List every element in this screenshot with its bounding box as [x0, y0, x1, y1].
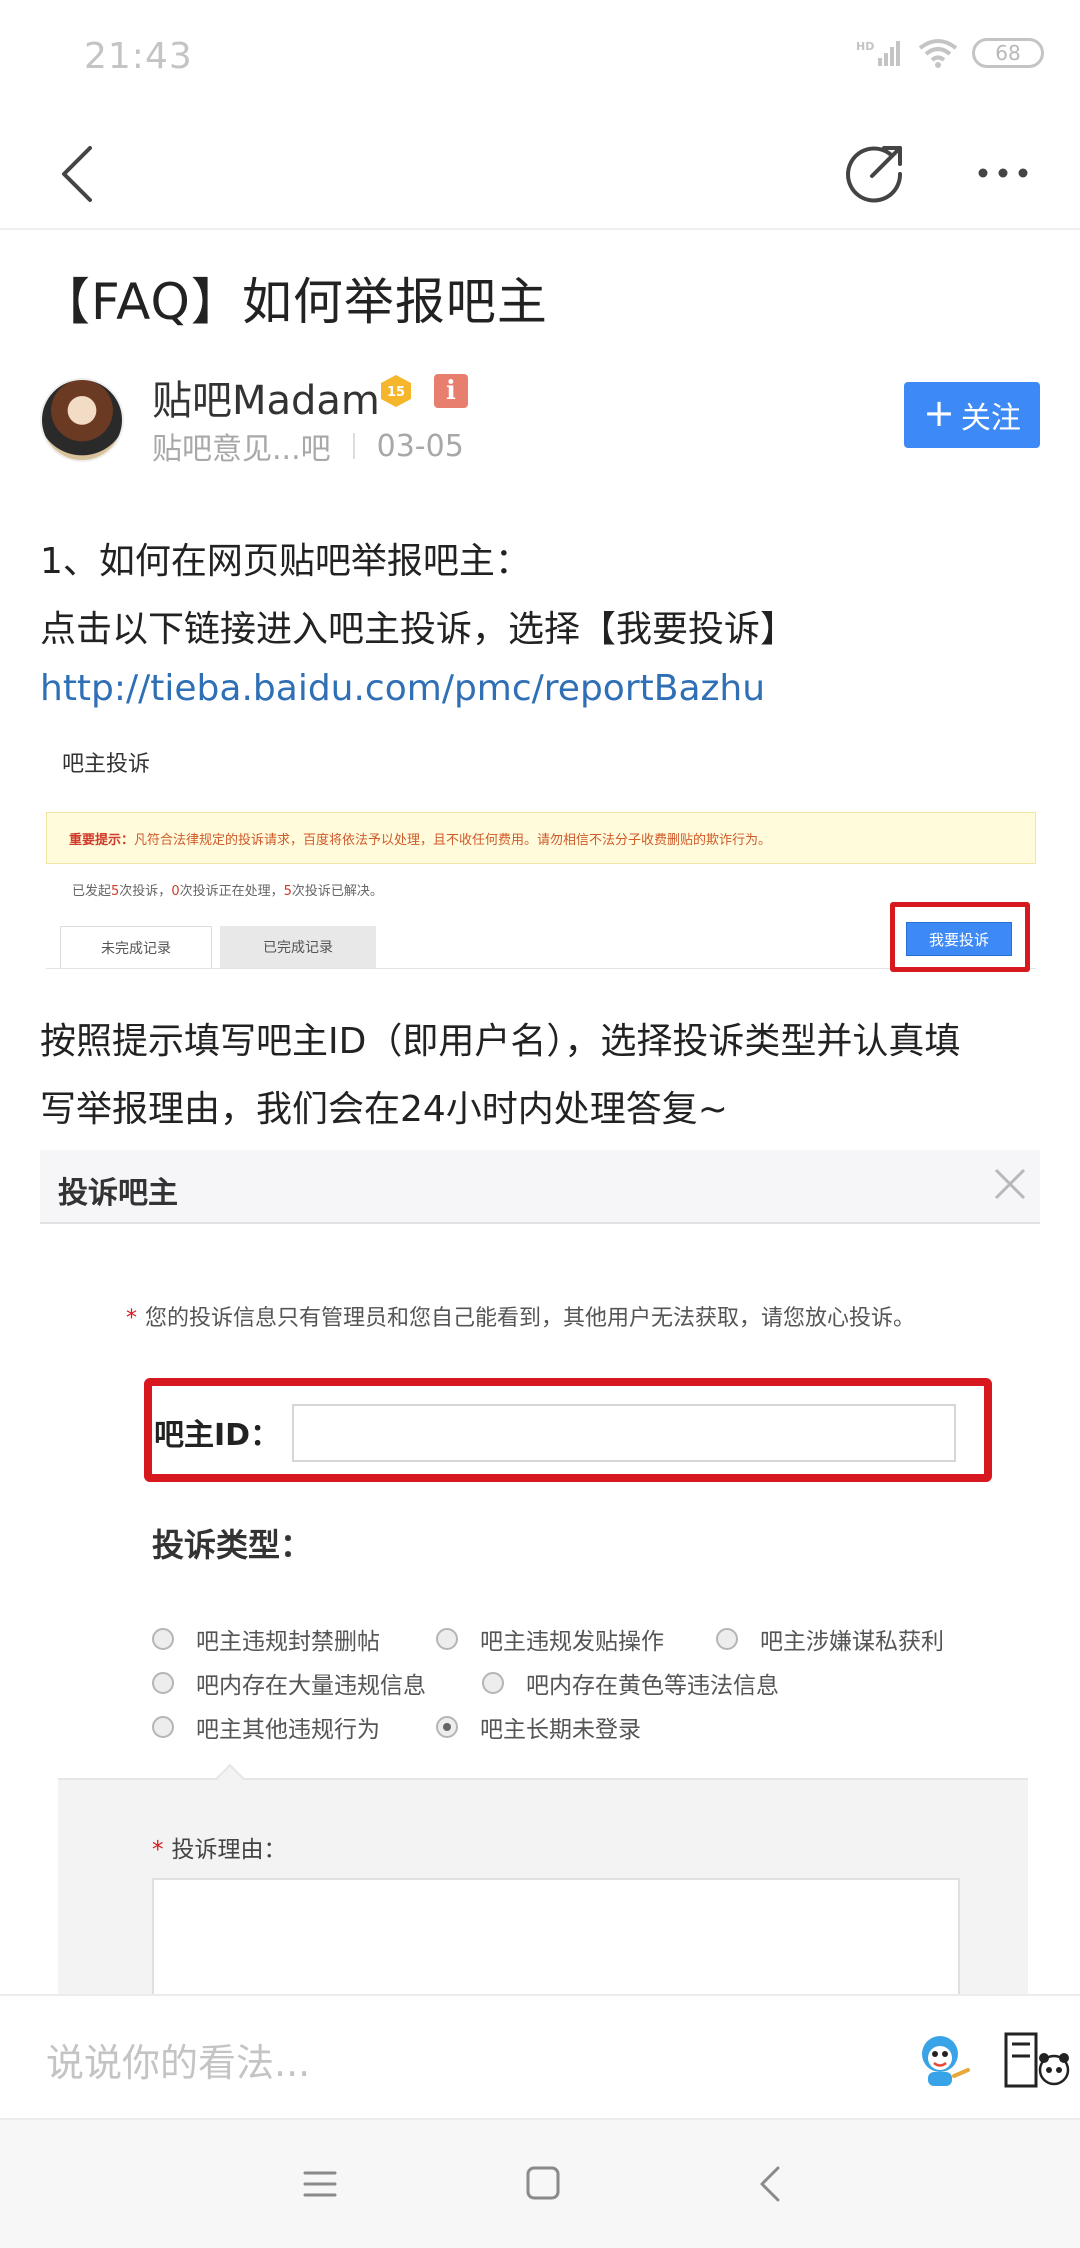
menu-icon[interactable] [302, 2166, 338, 2202]
id-input [292, 1404, 956, 1462]
shot1-notice-bold: 重要提示： [69, 832, 135, 848]
required-star: * [152, 1837, 164, 1863]
system-back-icon[interactable] [756, 2164, 786, 2204]
screenshot-complaint-page[interactable]: 吧主投诉 重要提示： 凡符合法律规定的投诉请求，百度将依法予以处理，且不收任何费… [40, 730, 1040, 976]
wifi-icon [918, 39, 958, 68]
reason-label-text: 投诉理由： [171, 1837, 287, 1863]
radio-circle-checked [436, 1716, 458, 1738]
signal-icon: HD [856, 40, 900, 66]
radio-option-selected: 吧主长期未登录 [436, 1710, 641, 1744]
back-arrow-icon[interactable] [52, 142, 112, 206]
type-label: 投诉类型： [152, 1526, 313, 1564]
post-title: 【FAQ】如何举报吧主 [40, 273, 548, 331]
status-time: 21:43 [84, 36, 193, 77]
radio-circle [482, 1672, 504, 1694]
post-meta: 贴吧意见...吧 03-05 [152, 424, 464, 468]
more-icon[interactable] [970, 140, 1036, 206]
content-line-1: 1、如何在网页贴吧举报吧主： [40, 541, 531, 582]
home-icon[interactable] [524, 2164, 562, 2202]
nav-bar [0, 118, 1080, 230]
follow-button[interactable]: + 关注 [904, 382, 1040, 448]
shot2-header: 投诉吧主 [40, 1150, 1040, 1224]
shot2-note: * 您的投诉信息只有管理员和您自己能看到，其他用户无法获取，请您放心投诉。 [126, 1300, 915, 1332]
shot1-notice: 重要提示： 凡符合法律规定的投诉请求，百度将依法予以处理，且不收任何费用。请勿相… [46, 812, 1036, 864]
radio-label: 吧内存在黄色等违法信息 [526, 1673, 779, 1699]
count-suffix: 次投诉已解决。 [291, 884, 383, 899]
status-icons: HD 68 [856, 38, 1044, 68]
radio-circle [152, 1628, 174, 1650]
radio-circle [152, 1716, 174, 1738]
radio-label: 吧主违规发贴操作 [480, 1629, 664, 1655]
radio-option: 吧内存在黄色等违法信息 [482, 1666, 779, 1700]
post-source[interactable]: 贴吧意见...吧 [152, 424, 331, 468]
note-text: 您的投诉信息只有管理员和您自己能看到，其他用户无法获取，请您放心投诉。 [145, 1306, 916, 1331]
close-icon [994, 1168, 1026, 1200]
status-bar: 21:43 HD 68 [0, 0, 1080, 118]
id-label: 吧主ID： [154, 1418, 281, 1453]
radio-option: 吧内存在大量违规信息 [152, 1666, 426, 1700]
system-nav-bar [0, 2118, 1080, 2248]
meta-divider [352, 433, 355, 459]
info-badge: i [434, 374, 468, 408]
author-name[interactable]: 贴吧Madam [152, 368, 380, 426]
shot1-notice-text: 凡符合法律规定的投诉请求，百度将依法予以处理，且不收任何费用。请勿相信不法分子收… [134, 832, 772, 848]
shot1-count: 已发起5次投诉，0次投诉正在处理，5次投诉已解决。 [72, 880, 383, 899]
battery-indicator: 68 [972, 38, 1044, 68]
radio-option: 吧主违规封禁删帖 [152, 1622, 380, 1656]
radio-label: 吧主长期未登录 [480, 1717, 641, 1743]
complain-button: 我要投诉 [906, 922, 1012, 956]
plus-icon: + [923, 391, 955, 435]
divider [46, 968, 1036, 969]
radio-circle [436, 1628, 458, 1650]
radio-label: 吧内存在大量违规信息 [196, 1673, 426, 1699]
content-line-3: 按照提示填写吧主ID（即用户名），选择投诉类型并认真填 [40, 1021, 961, 1062]
radio-option: 吧主其他违规行为 [152, 1710, 380, 1744]
screenshot-complaint-form[interactable]: 投诉吧主 * 您的投诉信息只有管理员和您自己能看到，其他用户无法获取，请您放心投诉… [40, 1150, 1040, 2000]
reason-label: * 投诉理由： [152, 1830, 287, 1864]
count-prefix: 已发起 [72, 884, 112, 899]
shot1-title: 吧主投诉 [62, 752, 151, 777]
tab-complete: 已完成记录 [220, 926, 376, 968]
radio-label: 吧主其他违规行为 [196, 1717, 380, 1743]
count-c: 5 [283, 884, 292, 899]
svg-text:15: 15 [387, 385, 405, 400]
radio-label: 吧主涉嫌谋私获利 [760, 1629, 944, 1655]
radio-option: 吧主违规发贴操作 [436, 1622, 664, 1656]
report-link[interactable]: http://tieba.baidu.com/pmc/reportBazhu [40, 668, 765, 709]
page: 21:43 HD 68 【FAQ】如何举报吧主 贴吧Madam 15 i 贴吧意… [0, 0, 1080, 2248]
svg-text:HD: HD [856, 40, 874, 53]
follow-label: 关注 [960, 401, 1021, 436]
radio-circle [716, 1628, 738, 1650]
panda-sticker-icon[interactable] [1004, 2030, 1080, 2094]
count-b: 0 [171, 884, 180, 899]
count-mid2: 次投诉正在处理， [179, 884, 284, 899]
tab-incomplete: 未完成记录 [60, 926, 212, 968]
post-date: 03-05 [376, 428, 464, 464]
radio-circle [152, 1672, 174, 1694]
shot2-title: 投诉吧主 [58, 1176, 178, 1211]
reason-textarea [152, 1878, 960, 2000]
author-avatar[interactable] [40, 378, 124, 462]
comment-bar: 说说你的看法... [0, 1994, 1080, 2118]
content-line-2: 点击以下链接进入吧主投诉，选择【我要投诉】 [40, 609, 797, 650]
content-line-4: 写举报理由，我们会在24小时内处理答复~ [40, 1089, 728, 1130]
share-icon[interactable] [842, 140, 908, 206]
radio-option: 吧主涉嫌谋私获利 [716, 1622, 944, 1656]
sticker-icon[interactable] [914, 2032, 972, 2092]
level-badge: 15 [381, 375, 411, 407]
comment-input[interactable]: 说说你的看法... [46, 2032, 310, 2087]
required-star: * [126, 1306, 137, 1331]
count-mid1: 次投诉， [119, 884, 172, 899]
radio-label: 吧主违规封禁删帖 [196, 1629, 380, 1655]
